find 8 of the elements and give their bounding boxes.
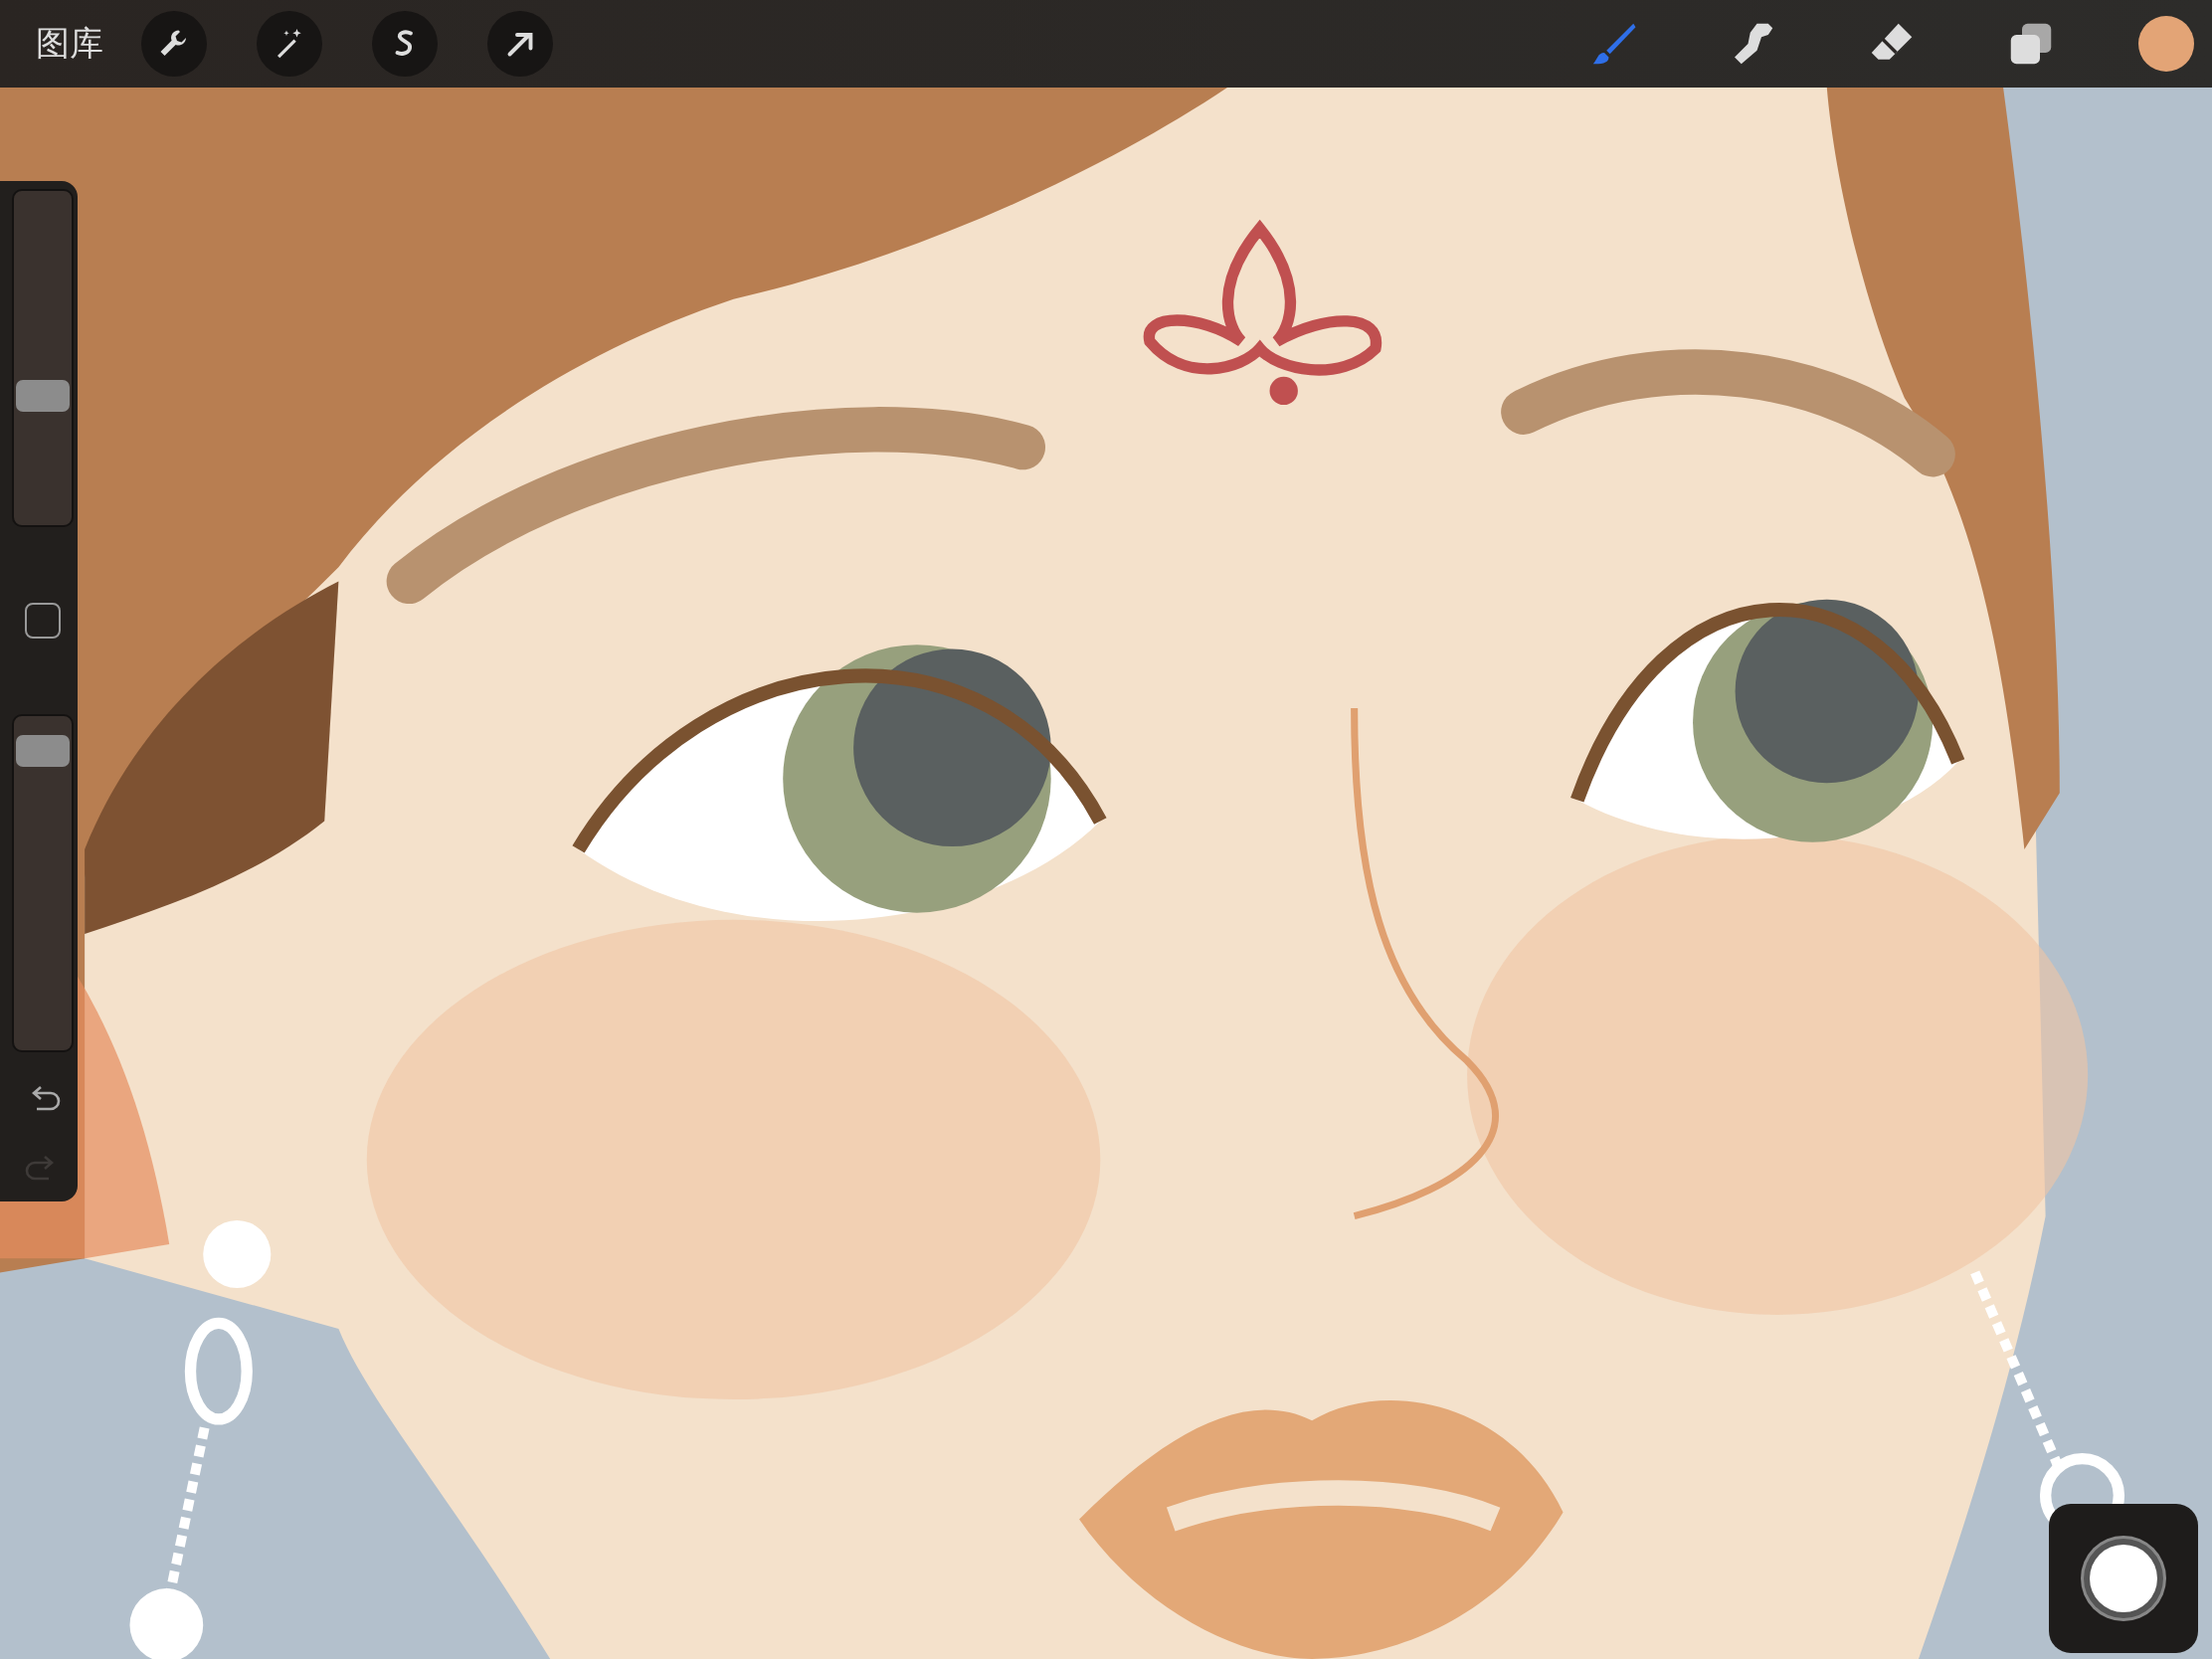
circle-button[interactable] [2049, 1504, 2198, 1653]
slider-handle[interactable] [16, 735, 70, 767]
gallery-link[interactable]: 图库 [36, 21, 103, 67]
brush-size-slider[interactable] [12, 189, 74, 527]
square-button[interactable] [25, 603, 61, 639]
color-swatch[interactable] [2138, 16, 2194, 72]
opacity-slider[interactable] [12, 714, 74, 1052]
slider-handle[interactable] [16, 380, 70, 412]
